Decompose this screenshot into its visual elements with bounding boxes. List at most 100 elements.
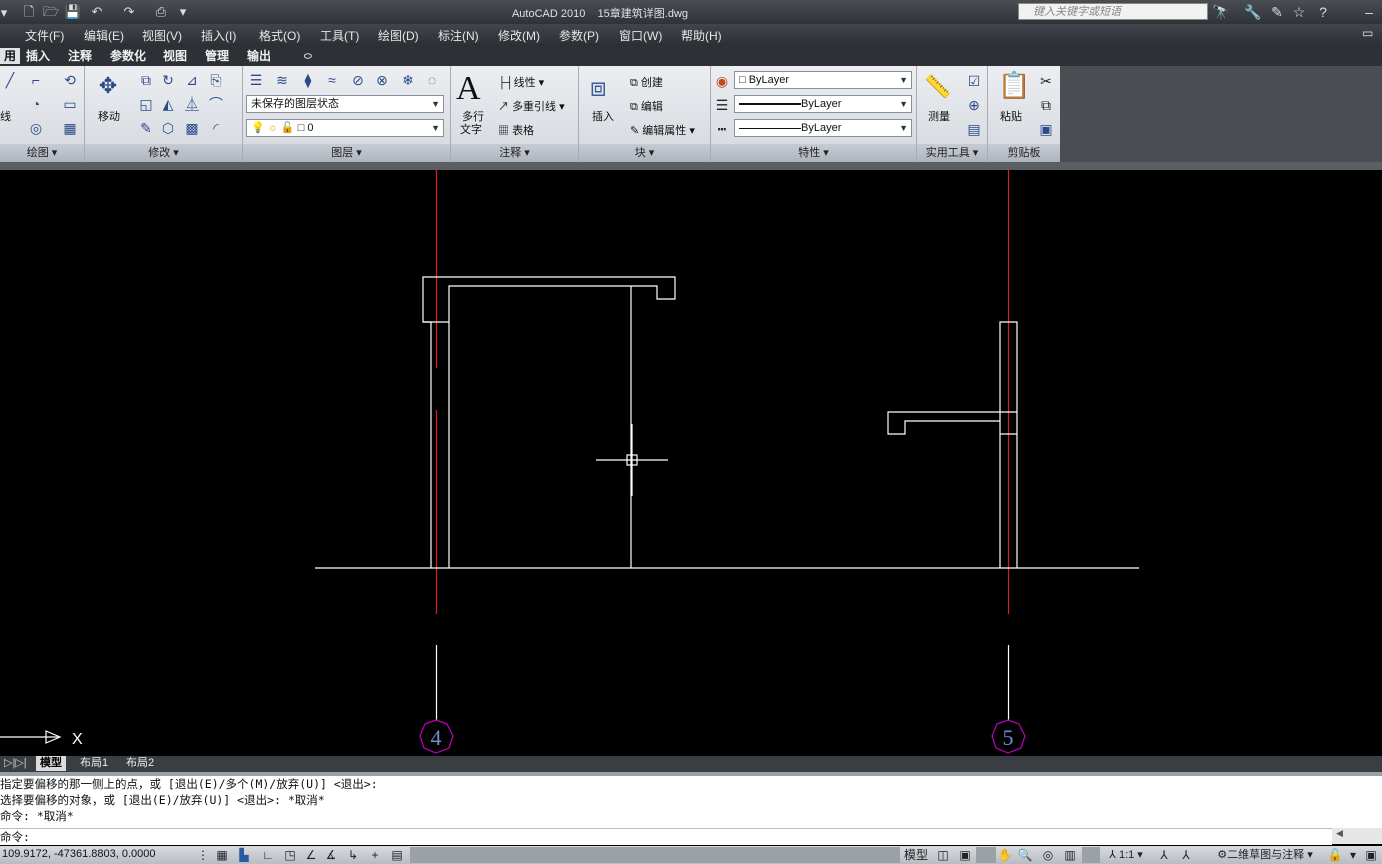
model-space-button[interactable]: 模型 (900, 847, 932, 863)
clean-screen-icon[interactable]: ▣ (1362, 847, 1380, 863)
layer-freeze-icon[interactable]: ❄ (398, 70, 418, 90)
layer-state-icon[interactable]: ≋ (272, 70, 292, 90)
command-scrollbar[interactable]: ◀ (1332, 828, 1382, 844)
layer-off-icon[interactable]: ◌ (422, 70, 442, 90)
rotate-icon[interactable]: ↻ (158, 70, 178, 90)
favorites-star-icon[interactable]: ☆ (1290, 3, 1308, 21)
color-wheel-icon[interactable]: ◉ (712, 71, 732, 91)
mirror-line-icon[interactable]: ⏅ (182, 94, 202, 114)
quick-view-drawings-icon[interactable]: ▣ (956, 847, 974, 863)
cut-icon[interactable]: ✂ (1036, 71, 1056, 91)
panel-utilities-title[interactable]: 实用工具 ▾ (917, 144, 987, 162)
menu-dimension[interactable]: 标注(N) (438, 27, 479, 44)
line-icon[interactable]: ╱ (0, 70, 20, 90)
dynamic-input-icon[interactable]: + (366, 847, 384, 863)
panel-modify-title[interactable]: 修改 ▾ (85, 144, 242, 162)
move-icon[interactable]: ✥ (98, 75, 118, 97)
explode-icon[interactable]: ✎ (136, 118, 156, 138)
annotation-scale-dropdown[interactable]: ⅄ 1:1 ▾ (1100, 847, 1152, 863)
layout-tab-layout2[interactable]: 布局2 (122, 756, 158, 771)
menu-modify[interactable]: 修改(M) (498, 27, 540, 44)
showmotion-icon[interactable]: ▥ (1060, 847, 1080, 863)
panel-block-title[interactable]: 块 ▾ (579, 144, 710, 162)
tab-insert[interactable]: 插入 (22, 48, 54, 64)
tab-home[interactable]: 用 (0, 48, 21, 64)
panel-draw-title[interactable]: 绘图 ▾ (0, 144, 84, 162)
array-icon[interactable]: ▩ (182, 118, 202, 138)
polar-tracking-icon[interactable]: ◳ (280, 847, 300, 863)
lineweight-toggle-icon[interactable]: ▤ (388, 847, 406, 863)
copy-clip-icon[interactable]: ⧉ (1036, 95, 1056, 115)
color-dropdown[interactable]: □ ByLayer ▼ (734, 71, 912, 89)
snap-grid-icon[interactable]: ▦ (212, 847, 232, 863)
multiline-text-icon[interactable]: A (456, 70, 481, 108)
lineweight-dropdown[interactable]: ByLayer ▼ (734, 95, 912, 113)
layout-tab-model[interactable]: 模型 (36, 756, 66, 771)
panel-layers-title[interactable]: 图层 ▾ (243, 144, 450, 162)
auto-scale-icon[interactable]: ⅄ (1176, 847, 1196, 863)
tab-annotate[interactable]: 注释 (64, 48, 96, 64)
pan-icon[interactable]: ✋ (996, 847, 1014, 863)
layout-view-icon[interactable]: ◫ (934, 847, 952, 863)
ellipse-icon[interactable]: ◎ (26, 118, 46, 138)
tab-parametric[interactable]: 参数化 (106, 48, 150, 64)
mirror-icon[interactable]: ◭ (158, 94, 178, 114)
current-layer-dropdown[interactable]: 💡 ☼ 🔓 □ 0 ▼ (246, 119, 444, 137)
scroll-left-icon[interactable]: ◀ (1336, 828, 1343, 839)
calculator-icon[interactable]: ▤ (964, 119, 984, 139)
edit-attributes-button[interactable]: ✎ 编辑属性 ▾ (630, 122, 695, 138)
drawing-canvas[interactable]: 4 5 X (0, 170, 1382, 756)
menu-view[interactable]: 视图(V) (142, 27, 182, 44)
menu-edit[interactable]: 编辑(E) (84, 27, 124, 44)
status-menu-icon[interactable]: ▾ (1346, 847, 1360, 863)
menu-draw[interactable]: 绘图(D) (378, 27, 419, 44)
stretch-icon[interactable]: ◱ (136, 94, 156, 114)
chamfer-icon[interactable]: ◜ (206, 118, 226, 138)
circle-icon[interactable]: ◔ (26, 94, 46, 114)
minimize-icon[interactable]: – (1360, 3, 1378, 21)
rectangle-icon[interactable]: ▭ (60, 94, 80, 114)
steering-wheel-icon[interactable]: ◎ (1038, 847, 1058, 863)
layer-state-dropdown[interactable]: 未保存的图层状态 ▼ (246, 95, 444, 113)
menu-insert[interactable]: 插入(I) (201, 27, 236, 44)
fillet-icon[interactable]: ⌒ (206, 94, 226, 114)
wrench-icon[interactable]: 🔧 (1244, 3, 1262, 21)
linear-dim-button[interactable]: ├┤线性 ▾ (498, 74, 544, 90)
mleader-button[interactable]: ↗ 多重引线 ▾ (498, 98, 565, 114)
linetype-dropdown[interactable]: ByLayer ▼ (734, 119, 912, 137)
copy-icon[interactable]: ⧉ (136, 70, 156, 90)
rotate-cw-icon[interactable]: ⟲ (60, 70, 80, 90)
zoom-icon[interactable]: 🔍 (1016, 847, 1034, 863)
edit-block-button[interactable]: ⧉ 编辑 (630, 98, 663, 114)
hatch-icon[interactable]: ▦ (60, 118, 80, 138)
menu-window[interactable]: 窗口(W) (619, 27, 662, 44)
measure-icon[interactable]: 📏 (924, 74, 951, 100)
lock-icon[interactable]: 🔓 (1326, 847, 1344, 863)
workspace-dropdown[interactable]: ⚙二维草图与注释 ▾ (1204, 847, 1326, 863)
panel-properties-title[interactable]: 特性 ▾ (711, 144, 916, 162)
ribbon-minimize-icon[interactable]: ⬭ (300, 48, 316, 64)
restore-icon[interactable]: ▭ (1362, 26, 1373, 40)
polyline-icon[interactable]: ⌐ (26, 70, 46, 90)
grid-display-icon[interactable]: ▙ (234, 847, 254, 863)
help-icon[interactable]: ? (1314, 3, 1332, 21)
panel-annotation-title[interactable]: 注释 ▾ (451, 144, 578, 162)
layer-match-icon[interactable]: ⧫ (298, 70, 318, 90)
coordinate-readout[interactable]: 109.9172, -47361.8803, 0.0000 (2, 848, 156, 860)
paste-icon[interactable]: 📋 (998, 70, 1030, 101)
table-button[interactable]: ▦ 表格 (498, 122, 534, 138)
insert-block-icon[interactable]: ⧈ (590, 72, 607, 104)
layer-unisolate-icon[interactable]: ⊗ (372, 70, 392, 90)
menu-file[interactable]: 文件(F) (25, 27, 64, 44)
layer-isolate-icon[interactable]: ⊘ (348, 70, 368, 90)
menu-tools[interactable]: 工具(T) (320, 27, 359, 44)
object-snap-icon[interactable]: ∠ (302, 847, 320, 863)
trim-icon[interactable]: ⊿ (182, 70, 202, 90)
panel-clipboard-title[interactable]: 剪贴板 (988, 144, 1060, 162)
layout-tab-layout1[interactable]: 布局1 (76, 756, 112, 771)
tab-manage[interactable]: 管理 (201, 48, 233, 64)
tab-output[interactable]: 输出 (243, 48, 275, 64)
layer-properties-icon[interactable]: ☰ (246, 70, 266, 90)
annotation-visibility-icon[interactable]: ⅄ (1154, 847, 1174, 863)
select-similar-icon[interactable]: ⊕ (964, 95, 984, 115)
